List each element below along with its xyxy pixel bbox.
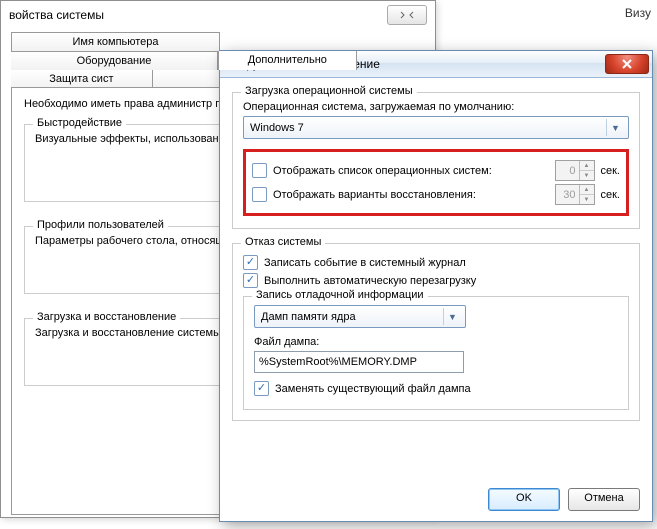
chevron-down-icon: ▼ <box>606 119 624 136</box>
default-os-label: Операционная система, загружаемая по умо… <box>243 101 629 113</box>
label-overwrite-dump: Заменять существующий файл дампа <box>275 383 471 395</box>
checkbox-show-os-list[interactable] <box>252 163 267 178</box>
window-control-button[interactable] <box>387 5 427 25</box>
checkbox-overwrite-dump[interactable] <box>254 381 269 396</box>
secs-label: сек. <box>601 165 621 177</box>
chevron-down-icon: ▼ <box>443 308 461 325</box>
checkbox-show-recovery[interactable] <box>252 187 267 202</box>
group-performance-title: Быстродействие <box>33 117 126 129</box>
label-auto-reboot: Выполнить автоматическую перезагрузку <box>264 275 476 287</box>
highlighted-options: Отображать список операционных систем: 0… <box>243 149 629 216</box>
tab-advanced[interactable]: Дополнительно <box>218 51 357 70</box>
spinner-value: 30 <box>556 189 579 201</box>
default-os-select[interactable]: Windows 7 ▼ <box>243 116 629 139</box>
spinner-recovery-secs[interactable]: 30 ▲▼ <box>555 184 595 205</box>
truncated-text: Визу <box>625 6 651 20</box>
default-os-value: Windows 7 <box>250 122 304 134</box>
ok-button[interactable]: OK <box>488 488 560 511</box>
group-profiles-title: Профили пользователей <box>33 219 168 231</box>
spinner-arrows-icon: ▲▼ <box>579 161 594 180</box>
checkbox-write-event[interactable] <box>243 255 258 270</box>
group-startup-title: Загрузка и восстановление <box>33 311 180 323</box>
checkbox-auto-reboot[interactable] <box>243 273 258 288</box>
cancel-button[interactable]: Отмена <box>568 488 640 511</box>
label-show-recovery: Отображать варианты восстановления: <box>273 189 549 201</box>
debug-info-value: Дамп памяти ядра <box>261 311 356 323</box>
spinner-value: 0 <box>556 165 579 177</box>
secs-label: сек. <box>601 189 621 201</box>
tab-protection[interactable]: Защита сист <box>11 70 153 88</box>
label-show-os-list: Отображать список операционных систем: <box>273 165 549 177</box>
label-write-event: Записать событие в системный журнал <box>264 257 466 269</box>
group-failure-title: Отказ системы <box>241 236 325 248</box>
spinner-os-list-secs[interactable]: 0 ▲▼ <box>555 160 595 181</box>
minimize-icon <box>400 11 414 19</box>
spinner-arrows-icon: ▲▼ <box>579 185 594 204</box>
tab-hardware[interactable]: Оборудование <box>11 51 218 70</box>
group-debug-title: Запись отладочной информации <box>252 289 428 301</box>
window-title: войства системы <box>9 8 104 22</box>
close-button[interactable] <box>605 54 649 74</box>
startup-recovery-dialog: Загрузка и восстановление Загрузка опера… <box>219 50 653 522</box>
group-boot-title: Загрузка операционной системы <box>241 85 417 97</box>
debug-info-select[interactable]: Дамп памяти ядра ▼ <box>254 305 466 328</box>
tab-computer-name[interactable]: Имя компьютера <box>11 32 220 51</box>
dump-file-field[interactable]: %SystemRoot%\MEMORY.DMP <box>254 351 464 373</box>
titlebar: войства системы <box>1 1 435 29</box>
close-icon <box>622 59 632 69</box>
dump-file-label: Файл дампа: <box>254 336 618 348</box>
